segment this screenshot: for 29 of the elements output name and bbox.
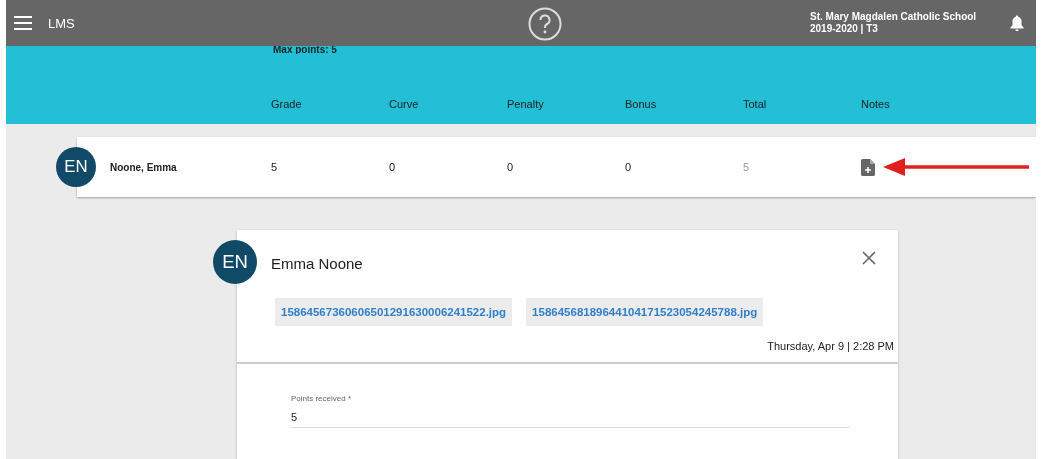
- column-header: Penalty: [507, 98, 545, 110]
- close-icon[interactable]: [862, 251, 876, 265]
- column-header: Bonus: [625, 98, 658, 110]
- avatar: EN: [213, 240, 257, 284]
- arrow-icon: [883, 158, 1031, 176]
- attachment-link[interactable]: 15864567360606501291630006241522.jpg: [275, 298, 513, 326]
- menu-icon[interactable]: [14, 16, 32, 30]
- column-header: Grade: [271, 98, 303, 110]
- school-term: 2019-2020 | T3: [810, 23, 879, 35]
- timestamp: Thursday, Apr 9 | 2:28 PM: [767, 340, 894, 352]
- bell-icon[interactable]: [1010, 15, 1024, 31]
- points-input[interactable]: 5: [291, 411, 850, 428]
- attachment-link[interactable]: 15864568189644104171523054245788.jpg: [526, 298, 764, 326]
- app-title: LMS: [48, 15, 75, 31]
- bonus-cell-text: 0: [625, 161, 633, 173]
- student-name: Noone, Emma: [110, 161, 178, 173]
- column-header: Total: [743, 98, 768, 110]
- grade-cell-text: 5: [271, 161, 279, 173]
- total-cell-text: 5: [743, 161, 751, 173]
- add-note-icon[interactable]: [861, 158, 875, 176]
- penalty-cell-text: 0: [507, 161, 515, 173]
- field-label: Points received *: [291, 394, 353, 403]
- column-header: Notes: [861, 98, 891, 110]
- school-name: St. Mary Magdalen Catholic School: [810, 11, 978, 23]
- help-icon[interactable]: [528, 7, 562, 41]
- avatar: EN: [56, 147, 96, 187]
- column-header: Curve: [389, 98, 420, 110]
- curve-cell-text: 0: [389, 161, 397, 173]
- student-name: Emma Noone: [271, 255, 363, 272]
